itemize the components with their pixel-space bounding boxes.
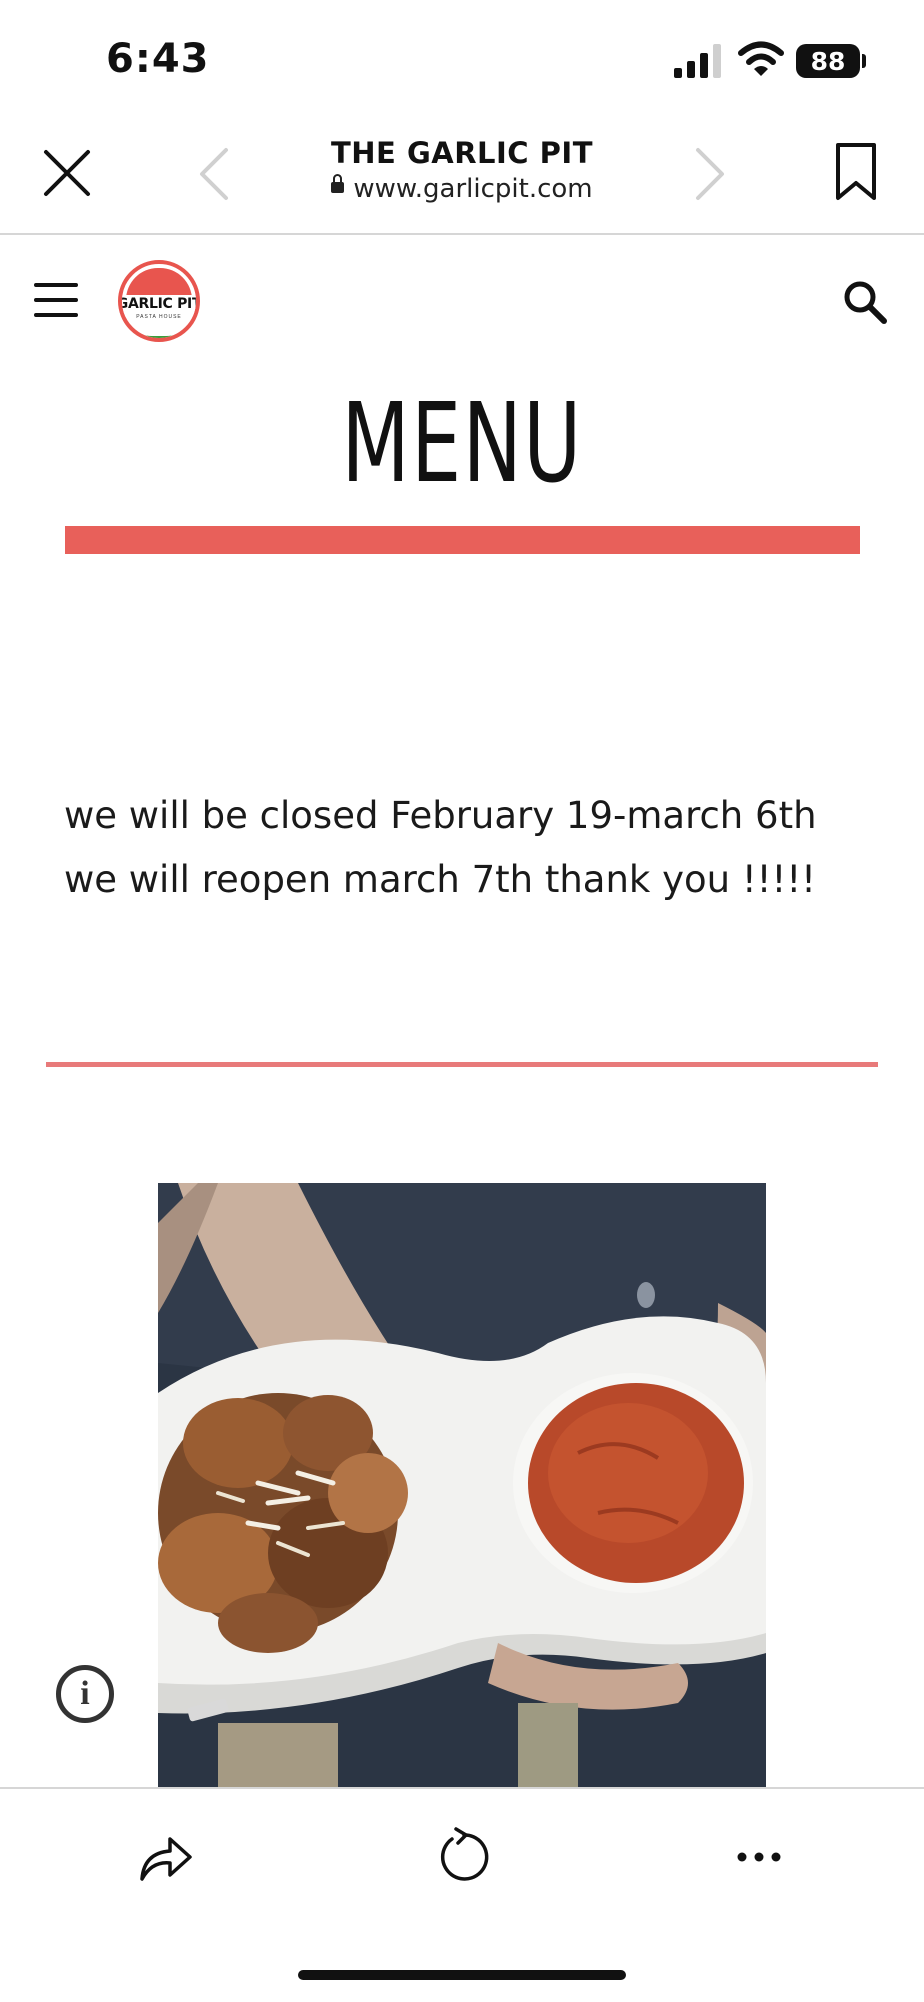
battery-nub [862,54,866,68]
logo-text: GARLIC PIT [118,296,200,312]
page-title: MENU [341,379,583,507]
closure-notice: we will be closed February 19-march 6th … [64,794,817,901]
food-photo-illustration [158,1183,766,1787]
info-icon[interactable]: i [56,1665,114,1723]
home-indicator[interactable] [298,1970,626,1980]
site-nav: GARLIC PIT PASTA HOUSE [0,235,924,365]
food-photo [158,1183,766,1787]
wifi-icon [738,41,784,76]
search-icon[interactable] [842,279,888,325]
more-icon[interactable] [736,1827,782,1887]
status-time: 6:43 [106,36,210,82]
site-logo[interactable]: GARLIC PIT PASTA HOUSE [118,260,200,342]
share-icon[interactable] [136,1827,196,1887]
site-url: www.garlicpit.com [353,174,593,204]
browser-header: THE GARLIC PIT www.garlicpit.com [0,118,924,235]
section-divider [46,1062,878,1067]
hamburger-menu-icon[interactable] [34,283,78,317]
title-underline [65,526,860,554]
signal-icon [674,44,721,78]
status-bar: 6:43 88 [0,0,924,118]
forward-arrow-icon[interactable] [692,146,728,202]
reload-icon[interactable] [434,1827,494,1887]
logo-subtext: PASTA HOUSE [136,314,182,320]
lock-icon [331,174,345,193]
site-url-row[interactable]: www.garlicpit.com [0,174,924,204]
site-title: THE GARLIC PIT [330,136,593,170]
bookmark-icon[interactable] [834,142,878,202]
battery-indicator: 88 [796,44,860,78]
